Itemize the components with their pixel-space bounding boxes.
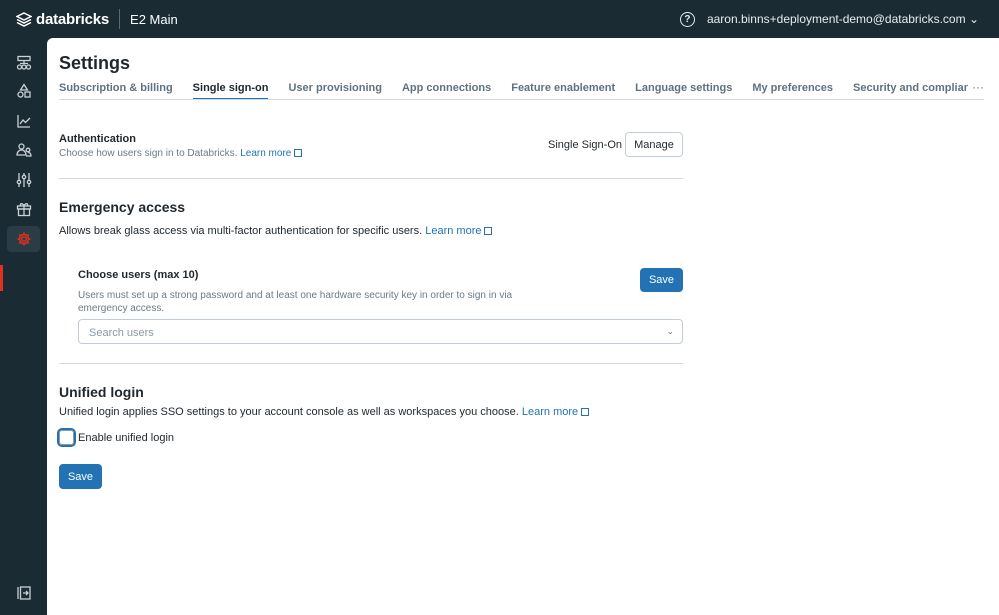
chevron-down-icon: ⌄ [968, 12, 979, 26]
workspaces-icon[interactable] [7, 50, 40, 76]
workspace-name: E2 Main [130, 11, 178, 27]
tab-subscription-billing[interactable]: Subscription & billing [59, 80, 173, 99]
unified-learn-more-link[interactable]: Learn more [521, 406, 590, 418]
learn-more-label: Learn more [240, 148, 292, 159]
sliders-icon[interactable] [7, 167, 40, 193]
gear-icon[interactable] [7, 226, 40, 252]
tab-feature-enablement[interactable]: Feature enablement [511, 80, 615, 99]
emergency-desc: Allows break glass access via multi-fact… [59, 225, 423, 237]
top-bar: databricks E2 Main ? aaron.binns+deploym… [0, 0, 999, 38]
tab-my-preferences[interactable]: My preferences [752, 80, 833, 99]
active-indicator [0, 265, 3, 291]
brand-name: databricks [36, 10, 110, 28]
authentication-section: Authentication Choose how users sign in … [59, 133, 303, 159]
external-link-icon [294, 149, 303, 157]
emergency-access-title: Emergency access [59, 199, 186, 215]
external-link-icon [581, 408, 590, 416]
tab-user-provisioning[interactable]: User provisioning [288, 80, 382, 99]
databricks-logo-icon [16, 11, 32, 27]
catalog-icon[interactable] [7, 78, 40, 104]
learn-more-label: Learn more [425, 225, 482, 237]
enable-unified-login-checkbox[interactable] [59, 430, 74, 445]
collapse-sidebar-icon[interactable] [7, 580, 40, 606]
search-users-placeholder: Search users [89, 327, 154, 339]
tab-single-sign-on[interactable]: Single sign-on [192, 80, 269, 99]
more-tabs-button[interactable]: ··· [968, 80, 984, 94]
auth-learn-more-link[interactable]: Learn more [240, 148, 303, 159]
search-users-select[interactable]: Search users ⌄ [78, 319, 683, 344]
auth-title: Authentication [59, 133, 136, 145]
user-menu[interactable]: aaron.binns+deployment-demo@databricks.c… [707, 12, 979, 26]
emergency-save-button[interactable]: Save [640, 268, 683, 292]
divider [59, 363, 683, 364]
user-email: aaron.binns+deployment-demo@databricks.c… [706, 12, 966, 26]
auth-current-method: Single Sign-On [548, 139, 622, 151]
databricks-logo[interactable]: databricks [16, 11, 109, 28]
chevron-down-icon: ⌄ [666, 326, 674, 336]
main-content: Settings Subscription & billing Single s… [47, 38, 999, 615]
divider [59, 178, 683, 179]
tab-app-connections[interactable]: App connections [402, 80, 491, 99]
tab-security-compliance[interactable]: Security and compliance [853, 80, 983, 99]
choose-users-desc: Users must set up a strong password and … [78, 290, 513, 314]
emergency-learn-more-link[interactable]: Learn more [425, 225, 493, 237]
gift-icon[interactable] [7, 196, 40, 222]
user-management-icon[interactable] [7, 137, 40, 163]
help-icon[interactable]: ? [679, 11, 695, 27]
enable-unified-login-label[interactable]: Enable unified login [78, 432, 174, 444]
divider [119, 9, 121, 29]
auth-desc: Choose how users sign in to Databricks. [59, 148, 238, 159]
unified-desc: Unified login applies SSO settings to yo… [59, 406, 519, 418]
manage-button[interactable]: Manage [625, 132, 683, 157]
settings-tabs: Subscription & billing Single sign-on Us… [59, 80, 984, 100]
external-link-icon [484, 227, 493, 235]
sidebar [0, 38, 47, 615]
unified-save-button[interactable]: Save [59, 464, 102, 489]
learn-more-label: Learn more [521, 406, 579, 418]
tab-language-settings[interactable]: Language settings [635, 80, 732, 99]
unified-login-title: Unified login [59, 384, 144, 400]
usage-chart-icon[interactable] [7, 108, 40, 134]
choose-users-title: Choose users (max 10) [78, 269, 199, 281]
page-title: Settings [59, 53, 131, 73]
